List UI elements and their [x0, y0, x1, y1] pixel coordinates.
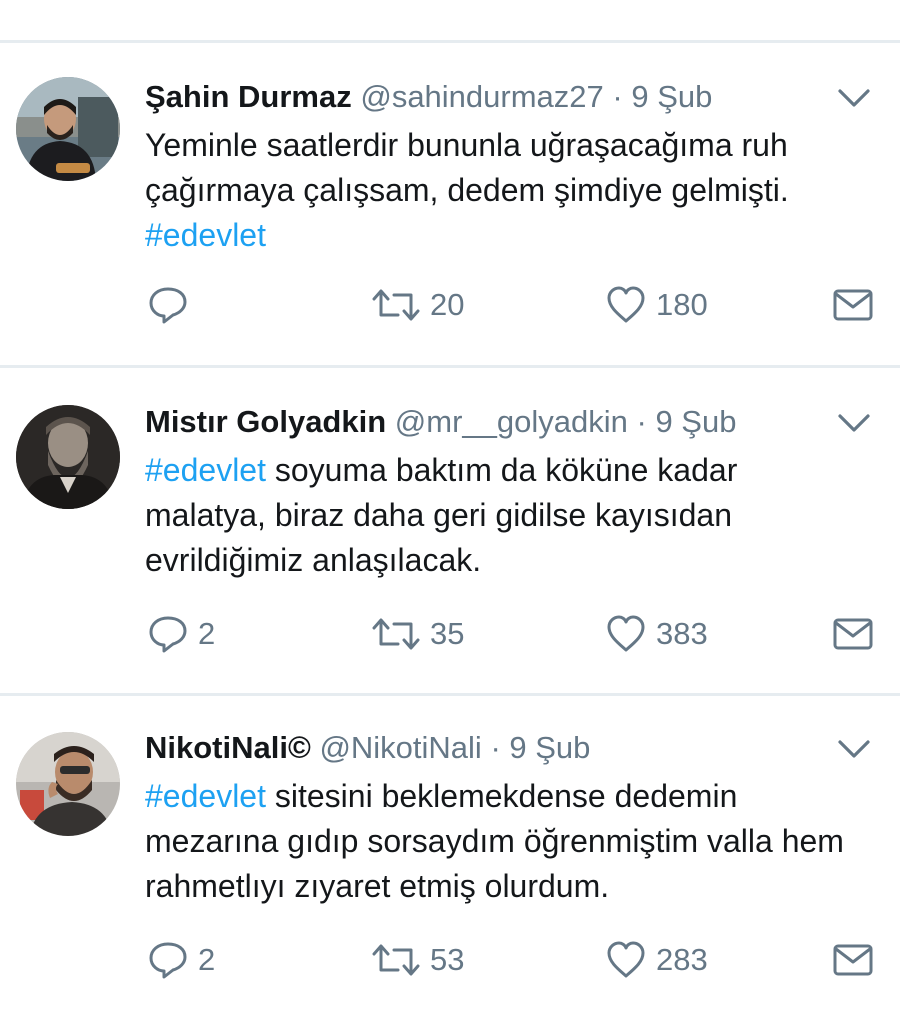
separator-dot: ·	[612, 79, 623, 114]
avatar[interactable]	[16, 405, 120, 509]
hashtag-link[interactable]: #edevlet	[145, 778, 266, 814]
tweet-text: #edevlet sitesini beklemekdense dedemin …	[145, 774, 865, 909]
retweet-count: 20	[430, 287, 465, 322]
tweet-text: #edevlet soyuma baktım da köküne kadar m…	[145, 448, 865, 583]
reply-icon	[146, 612, 190, 656]
chevron-down-icon[interactable]	[834, 83, 874, 113]
tweet-header: NikotiNali© @NikotiNali · 9 Şub	[145, 726, 590, 770]
reply-icon	[146, 938, 190, 982]
like-button[interactable]: 383	[604, 610, 708, 658]
tweet-divider	[0, 365, 900, 368]
retweet-icon	[370, 285, 422, 325]
avatar[interactable]	[16, 732, 120, 836]
display-name[interactable]: Şahin Durmaz	[145, 79, 352, 114]
retweet-button[interactable]: 53	[370, 936, 464, 984]
reply-button[interactable]: 2	[146, 936, 215, 984]
retweet-button[interactable]: 20	[370, 281, 464, 329]
tweet-date[interactable]: 9 Şub	[509, 730, 590, 765]
like-count: 180	[656, 287, 708, 322]
user-handle[interactable]: @sahindurmaz27	[360, 79, 603, 114]
tweet-text-body: Yeminle saatlerdir bununla uğraşacağıma …	[145, 127, 789, 208]
reply-icon	[146, 283, 190, 327]
tweet[interactable]: Şahin Durmaz @sahindurmaz27 · 9 Şub Yemi…	[0, 75, 900, 365]
tweet-divider	[0, 40, 900, 43]
separator-dot: ·	[636, 404, 647, 439]
tweet-date[interactable]: 9 Şub	[655, 404, 736, 439]
retweet-button[interactable]: 35	[370, 610, 464, 658]
direct-message-button[interactable]	[832, 610, 874, 658]
tweet-actions: 20 180	[0, 281, 900, 329]
separator-dot: ·	[490, 730, 501, 765]
reply-button[interactable]: 2	[146, 610, 215, 658]
tweet-date[interactable]: 9 Şub	[631, 79, 712, 114]
heart-icon	[604, 938, 648, 982]
user-handle[interactable]: @mr__golyadkin	[395, 404, 628, 439]
retweet-icon	[370, 614, 422, 654]
envelope-icon	[832, 285, 874, 325]
tweet-text: Yeminle saatlerdir bununla uğraşacağıma …	[145, 123, 865, 258]
like-count: 283	[656, 942, 708, 977]
user-handle[interactable]: @NikotiNali	[319, 730, 481, 765]
envelope-icon	[832, 614, 874, 654]
display-name[interactable]: NikotiNali©	[145, 730, 311, 765]
tweet-header: Şahin Durmaz @sahindurmaz27 · 9 Şub	[145, 75, 712, 119]
tweet[interactable]: Mistır Golyadkin @mr__golyadkin · 9 Şub …	[0, 400, 900, 695]
tweet-header: Mistır Golyadkin @mr__golyadkin · 9 Şub	[145, 400, 736, 444]
tweet-actions: 2 35 383	[0, 610, 900, 658]
retweet-icon	[370, 940, 422, 980]
top-area	[0, 0, 900, 40]
chevron-down-icon[interactable]	[834, 734, 874, 764]
tweet-actions: 2 53 283	[0, 936, 900, 984]
retweet-count: 53	[430, 942, 465, 977]
reply-count: 2	[198, 942, 216, 977]
display-name[interactable]: Mistır Golyadkin	[145, 404, 386, 439]
reply-button[interactable]	[146, 281, 198, 329]
retweet-count: 35	[430, 616, 465, 651]
direct-message-button[interactable]	[832, 281, 874, 329]
heart-icon	[604, 283, 648, 327]
hashtag-link[interactable]: #edevlet	[145, 217, 266, 253]
like-button[interactable]: 283	[604, 936, 708, 984]
envelope-icon	[832, 940, 874, 980]
hashtag-link[interactable]: #edevlet	[145, 452, 266, 488]
tweet-divider	[0, 693, 900, 696]
tweet[interactable]: NikotiNali© @NikotiNali · 9 Şub #edevlet…	[0, 726, 900, 1014]
chevron-down-icon[interactable]	[834, 408, 874, 438]
like-count: 383	[656, 616, 708, 651]
like-button[interactable]: 180	[604, 281, 708, 329]
avatar[interactable]	[16, 77, 120, 181]
heart-icon	[604, 612, 648, 656]
reply-count: 2	[198, 616, 216, 651]
direct-message-button[interactable]	[832, 936, 874, 984]
